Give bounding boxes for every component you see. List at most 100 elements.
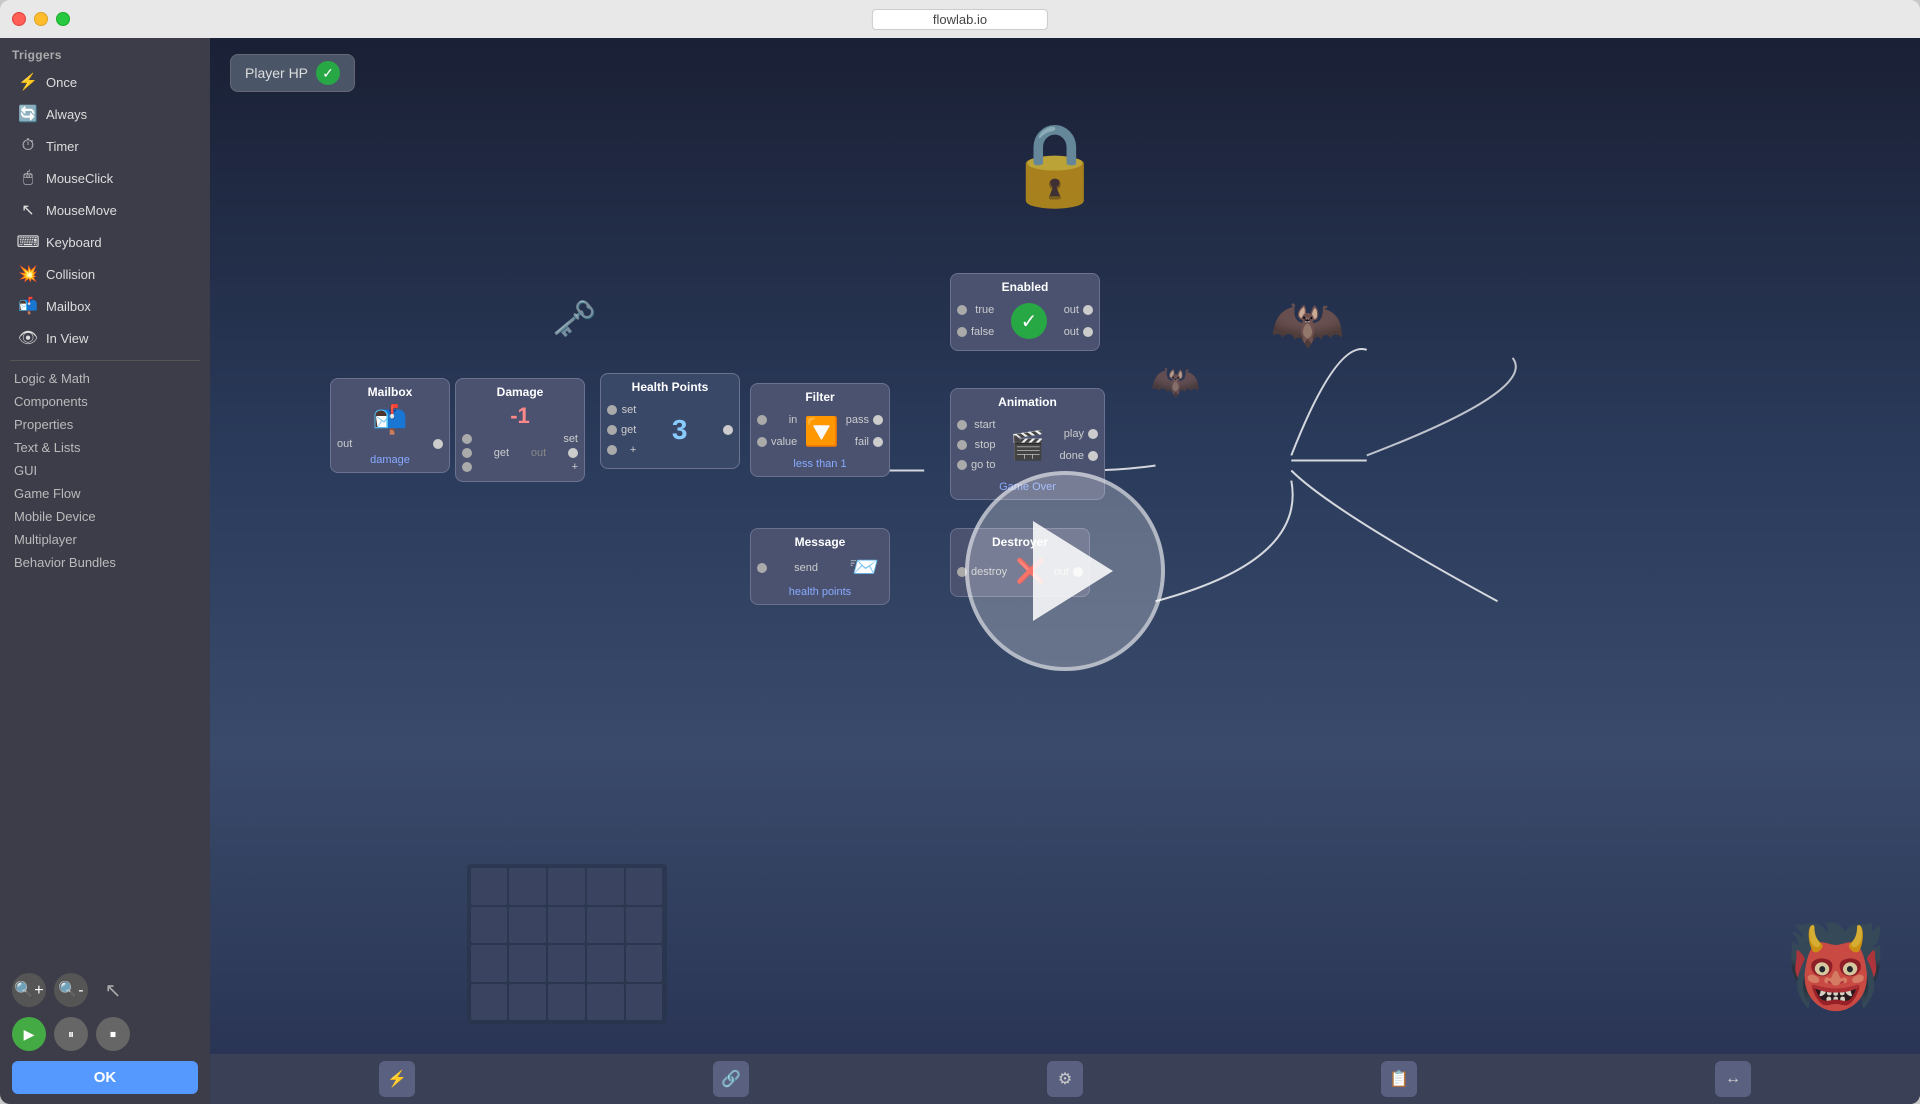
anim-goto-port[interactable] — [957, 460, 967, 470]
creature-dark: 👹 — [1786, 920, 1886, 1014]
main-canvas: Player HP ✓ 🔒 🦇 🦇 👹 🗝️ — [210, 38, 1920, 1104]
bottom-bar-btn-3[interactable]: ⚙ — [1047, 1061, 1083, 1097]
sidebar-category-multiplayer[interactable]: Multiplayer — [0, 528, 210, 551]
canvas-bottom-bar: ⚡ 🔗 ⚙ 📋 ↔ — [210, 1054, 1920, 1104]
damage-value: -1 — [462, 403, 578, 429]
message-send-port[interactable] — [757, 563, 767, 573]
sidebar-category-logic[interactable]: Logic & Math — [0, 367, 210, 390]
sidebar-item-keyboard[interactable]: ⌨ Keyboard — [4, 227, 206, 257]
sidebar-item-mouseclick-label: MouseClick — [46, 171, 113, 186]
filter-icon: 🔽 — [804, 415, 839, 448]
mailbox-node-label: damage — [337, 454, 443, 466]
sidebar-item-collision[interactable]: 💥 Collision — [4, 259, 206, 289]
enabled-node[interactable]: Enabled true false ✓ — [950, 273, 1100, 351]
titlebar: flowlab.io — [0, 0, 1920, 38]
hp-plus-port[interactable] — [607, 445, 617, 455]
damage-node[interactable]: Damage -1 set get out + — [455, 378, 585, 482]
playback-controls: ▶ ⏸ ⏹ — [12, 1017, 198, 1051]
mailbox-out-port[interactable] — [433, 439, 443, 449]
sidebar-item-always[interactable]: 🔄 Always — [4, 99, 206, 129]
animation-title: Animation — [957, 395, 1098, 409]
damage-out-label: out — [531, 447, 546, 459]
message-title: Message — [757, 535, 883, 549]
bottom-bar-btn-1[interactable]: ⚡ — [379, 1061, 415, 1097]
enabled-false-port[interactable] — [957, 327, 967, 337]
health-points-node[interactable]: Health Points set get + — [600, 373, 740, 469]
filter-in-port[interactable] — [757, 415, 767, 425]
damage-set-port[interactable] — [462, 434, 472, 444]
enabled-check: ✓ — [1011, 303, 1047, 339]
anim-done-port[interactable] — [1088, 451, 1098, 461]
pause-button[interactable]: ⏸ — [54, 1017, 88, 1051]
creature-bat-2: 🦇 — [1151, 358, 1201, 405]
inview-icon: 👁 — [18, 328, 38, 348]
message-node[interactable]: Message send 📨 health points — [750, 528, 890, 605]
filter-title: Filter — [757, 390, 883, 404]
zoom-out-button[interactable]: 🔍- — [54, 973, 88, 1007]
message-icon: 📨 — [849, 553, 879, 582]
hp-out-port[interactable] — [723, 425, 733, 435]
damage-get-row: get out — [462, 447, 578, 459]
sidebar-item-mousemove[interactable]: ↖ MouseMove — [4, 195, 206, 225]
damage-get-label: get — [494, 447, 509, 459]
sidebar-item-mouseclick[interactable]: 🖱 MouseClick — [4, 163, 206, 193]
floor-grid — [467, 864, 667, 1024]
ok-button[interactable]: OK — [12, 1061, 198, 1094]
bottom-bar-btn-5[interactable]: ↔ — [1715, 1061, 1751, 1097]
damage-plus-label: + — [572, 461, 578, 473]
damage-get-port[interactable] — [462, 448, 472, 458]
sidebar-category-components[interactable]: Components — [0, 390, 210, 413]
enabled-out-port-1[interactable] — [1083, 305, 1093, 315]
bottom-bar-btn-2[interactable]: 🔗 — [713, 1061, 749, 1097]
damage-set-label: set — [563, 433, 578, 445]
sidebar-item-timer-label: Timer — [46, 139, 79, 154]
hp-get-row: get — [607, 424, 636, 436]
zoom-controls: 🔍+ 🔍- ↖ — [12, 973, 198, 1007]
sidebar-category-bundles[interactable]: Behavior Bundles — [0, 551, 210, 574]
sidebar-item-timer[interactable]: ⏱ Timer — [4, 131, 206, 161]
app-window: flowlab.io Triggers ⚡ Once 🔄 Always ⏱ Ti… — [0, 0, 1920, 1104]
window-title: flowlab.io — [872, 9, 1048, 30]
minimize-button[interactable] — [34, 12, 48, 26]
play-button[interactable]: ▶ — [12, 1017, 46, 1051]
hp-get-port[interactable] — [607, 425, 617, 435]
sidebar-item-once[interactable]: ⚡ Once — [4, 67, 206, 97]
damage-plus-port[interactable] — [462, 462, 472, 472]
maximize-button[interactable] — [56, 12, 70, 26]
bottom-bar-btn-4[interactable]: 📋 — [1381, 1061, 1417, 1097]
damage-set-row: set — [462, 433, 578, 445]
stop-button[interactable]: ⏹ — [96, 1017, 130, 1051]
sidebar-category-properties[interactable]: Properties — [0, 413, 210, 436]
sidebar-item-mailbox[interactable]: 📬 Mailbox — [4, 291, 206, 321]
zoom-in-button[interactable]: 🔍+ — [12, 973, 46, 1007]
sidebar-category-gameflow[interactable]: Game Flow — [0, 482, 210, 505]
mouseclick-icon: 🖱 — [18, 168, 38, 188]
mailbox-node[interactable]: Mailbox 📬 out damage — [330, 378, 450, 473]
enabled-true-port[interactable] — [957, 305, 967, 315]
damage-out-port[interactable] — [568, 448, 578, 458]
sidebar-bottom: 🔍+ 🔍- ↖ ▶ ⏸ ⏹ OK — [0, 963, 210, 1104]
anim-stop-port[interactable] — [957, 440, 967, 450]
play-overlay-button[interactable] — [965, 471, 1165, 671]
sidebar-category-text[interactable]: Text & Lists — [0, 436, 210, 459]
once-icon: ⚡ — [18, 72, 38, 92]
filter-pass-port[interactable] — [873, 415, 883, 425]
mailbox-node-title: Mailbox — [337, 385, 443, 399]
sidebar-category-mobile[interactable]: Mobile Device — [0, 505, 210, 528]
hp-set-port[interactable] — [607, 405, 617, 415]
filter-fail-port[interactable] — [873, 437, 883, 447]
sidebar-item-inview-label: In View — [46, 331, 88, 346]
mailbox-node-icon: 📬 — [337, 403, 443, 436]
enabled-out-port-2[interactable] — [1083, 327, 1093, 337]
mailbox-out-label: out — [337, 438, 352, 450]
filter-value-port[interactable] — [757, 437, 767, 447]
sidebar-item-inview[interactable]: 👁 In View — [4, 323, 206, 353]
anim-start-port[interactable] — [957, 420, 967, 430]
always-icon: 🔄 — [18, 104, 38, 124]
collision-icon: 💥 — [18, 264, 38, 284]
sidebar-category-gui[interactable]: GUI — [0, 459, 210, 482]
triggers-label: Triggers — [0, 38, 210, 66]
anim-play-port[interactable] — [1088, 429, 1098, 439]
filter-node[interactable]: Filter in value 🔽 — [750, 383, 890, 477]
close-button[interactable] — [12, 12, 26, 26]
